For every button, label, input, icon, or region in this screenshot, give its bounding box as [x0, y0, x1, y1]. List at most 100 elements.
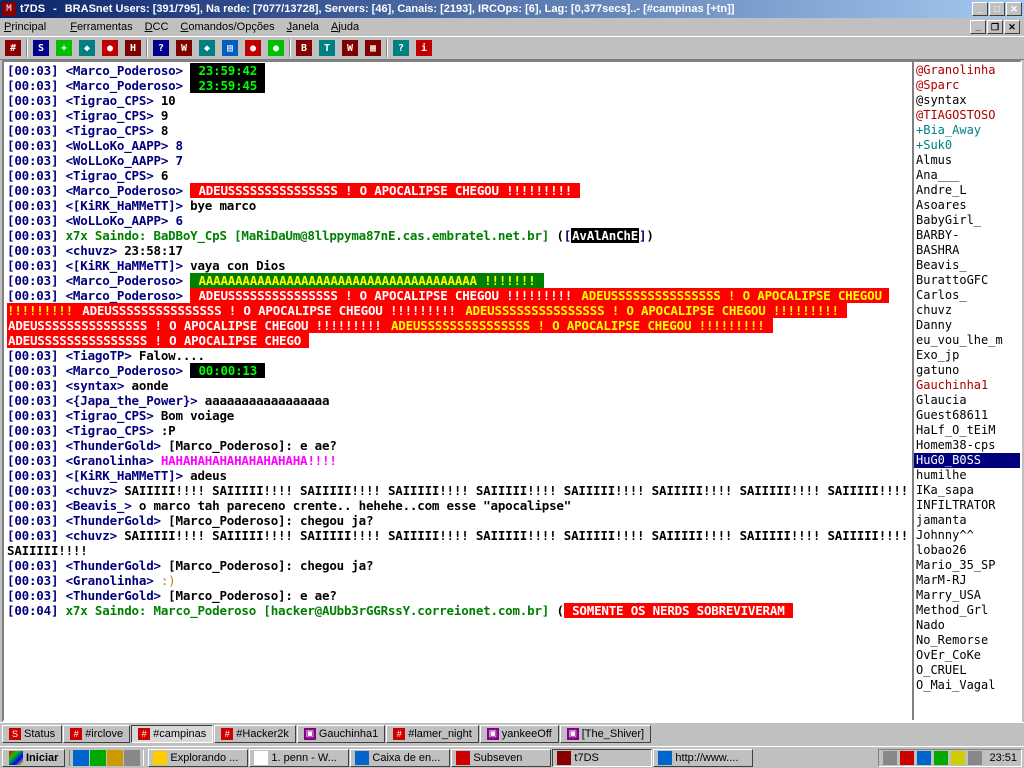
user-list-item[interactable]: @syntax	[914, 93, 1020, 108]
tray-icon[interactable]	[900, 751, 914, 765]
switch-lamernight[interactable]: ##lamer_night	[386, 725, 479, 743]
user-list-item[interactable]: HuG0_B0SS	[914, 453, 1020, 468]
user-list-item[interactable]: Ana___	[914, 168, 1020, 183]
switch-Gauchinha1[interactable]: ▣Gauchinha1	[297, 725, 385, 743]
start-button[interactable]: Iniciar	[2, 749, 65, 767]
clock[interactable]: 23:51	[989, 752, 1017, 764]
toolbar-teal-q[interactable]: ?	[390, 38, 412, 58]
menu-ferramentas[interactable]: Ferramentas	[70, 21, 132, 33]
switch-yankeeOff[interactable]: ▣yankeeOff	[480, 725, 559, 743]
toolbar-maroon-h[interactable]: H	[122, 38, 144, 58]
user-list-item[interactable]: Mario_35_SP	[914, 558, 1020, 573]
mdi-minimize[interactable]: _	[970, 20, 986, 34]
menu-ajuda[interactable]: Ajuda	[331, 21, 359, 33]
switch-TheShiver[interactable]: ▣[The_Shiver]	[560, 725, 651, 743]
user-list-item[interactable]: O_Mai_Vagal	[914, 678, 1020, 693]
user-list[interactable]: @Granolinha@Sparc@syntax@TIAGOSTOSO+Bia_…	[912, 62, 1020, 720]
user-list-item[interactable]: Carlos_	[914, 288, 1020, 303]
toolbar-red-i[interactable]: i	[413, 38, 435, 58]
menu-comandos[interactable]: Comandos/Opções	[180, 21, 274, 33]
toolbar-maroon-w[interactable]: W	[173, 38, 195, 58]
user-list-item[interactable]: Almus	[914, 153, 1020, 168]
minimize-button[interactable]: _	[972, 2, 988, 16]
user-list-item[interactable]: +Suk0	[914, 138, 1020, 153]
user-list-item[interactable]: chuvz	[914, 303, 1020, 318]
user-list-item[interactable]: Asoares	[914, 198, 1020, 213]
user-list-item[interactable]: No_Remorse	[914, 633, 1020, 648]
mdi-close[interactable]: ✕	[1004, 20, 1020, 34]
taskbar-task[interactable]: 1. penn - W...	[249, 749, 349, 767]
user-list-item[interactable]: +Bia_Away	[914, 123, 1020, 138]
user-list-item[interactable]: INFILTRATOR	[914, 498, 1020, 513]
user-list-item[interactable]: Danny	[914, 318, 1020, 333]
toolbar-hash[interactable]: #	[2, 38, 24, 58]
user-list-item[interactable]: HaLf_O_tEiM	[914, 423, 1020, 438]
mdi-restore[interactable]: ❐	[987, 20, 1003, 34]
taskbar-task[interactable]: Caixa de en...	[350, 749, 450, 767]
user-list-item[interactable]: Homem38-cps	[914, 438, 1020, 453]
user-list-item[interactable]: lobao26	[914, 543, 1020, 558]
toolbar-red-b[interactable]: B	[293, 38, 315, 58]
user-list-item[interactable]: gatuno	[914, 363, 1020, 378]
user-list-item[interactable]: Beavis_	[914, 258, 1020, 273]
user-list-item[interactable]: Johnny^^	[914, 528, 1020, 543]
user-list-item[interactable]: O_CRUEL	[914, 663, 1020, 678]
tray-volume-icon[interactable]	[951, 751, 965, 765]
user-list-item[interactable]: @Sparc	[914, 78, 1020, 93]
toolbar-blue-page[interactable]: ▤	[219, 38, 241, 58]
toolbar-red-w[interactable]: W	[339, 38, 361, 58]
user-list-item[interactable]: IKa_sapa	[914, 483, 1020, 498]
user-list-item[interactable]: BASHRA	[914, 243, 1020, 258]
user-list-item[interactable]: Exo_jp	[914, 348, 1020, 363]
switch-Hacker2k[interactable]: ##Hacker2k	[214, 725, 296, 743]
taskbar-task[interactable]: Subseven	[451, 749, 551, 767]
menu-dcc[interactable]: DCC	[145, 21, 169, 33]
user-list-item[interactable]: Method_Grl	[914, 603, 1020, 618]
toolbar-teal-a[interactable]: ◆	[76, 38, 98, 58]
user-list-item[interactable]: Marry_USA	[914, 588, 1020, 603]
toolbar-lime-dot[interactable]: ●	[265, 38, 287, 58]
maximize-button[interactable]: □	[989, 2, 1005, 16]
toolbar-teal-t[interactable]: T	[316, 38, 338, 58]
switch-Status[interactable]: SStatus	[2, 725, 62, 743]
user-list-item[interactable]: Gauchinha1	[914, 378, 1020, 393]
user-list-item[interactable]: eu_vou_lhe_m	[914, 333, 1020, 348]
user-list-item[interactable]: Glaucia	[914, 393, 1020, 408]
menu-principal[interactable]: Principal	[4, 21, 58, 33]
tray-icon[interactable]	[934, 751, 948, 765]
ql-desktop-icon[interactable]	[107, 750, 123, 766]
taskbar-task[interactable]: t7DS	[552, 749, 652, 767]
ql-ie-icon[interactable]	[73, 750, 89, 766]
toolbar-blue-s[interactable]: S	[30, 38, 52, 58]
tray-icon[interactable]	[917, 751, 931, 765]
tray-icon[interactable]	[883, 751, 897, 765]
switch-irclove[interactable]: ##irclove	[63, 725, 130, 743]
switch-campinas[interactable]: ##campinas	[131, 725, 213, 743]
user-list-item[interactable]: humilhe	[914, 468, 1020, 483]
user-list-item[interactable]: OvEr_CoKe	[914, 648, 1020, 663]
user-list-item[interactable]: BARBY-	[914, 228, 1020, 243]
user-list-item[interactable]: BurattoGFC	[914, 273, 1020, 288]
user-list-item[interactable]: @Granolinha	[914, 63, 1020, 78]
chat-area[interactable]: [00:03] <Marco_Poderoso> 23:59:42 [00:03…	[4, 62, 912, 720]
user-list-item[interactable]: Andre_L	[914, 183, 1020, 198]
menu-janela[interactable]: Janela	[287, 21, 319, 33]
tray-icon[interactable]	[968, 751, 982, 765]
ql-channels-icon[interactable]	[124, 750, 140, 766]
user-list-item[interactable]: jamanta	[914, 513, 1020, 528]
toolbar-blue-q[interactable]: ?	[150, 38, 172, 58]
user-list-item[interactable]: Nado	[914, 618, 1020, 633]
user-list-item[interactable]: BabyGirl_	[914, 213, 1020, 228]
ql-oe-icon[interactable]	[90, 750, 106, 766]
toolbar-teal-d[interactable]: ◆	[196, 38, 218, 58]
toolbar-red-x[interactable]: ●	[99, 38, 121, 58]
taskbar-task[interactable]: http://www....	[653, 749, 753, 767]
taskbar-task[interactable]: Explorando ...	[148, 749, 248, 767]
toolbar-lime-plus[interactable]: +	[53, 38, 75, 58]
close-button[interactable]: ✕	[1006, 2, 1022, 16]
toolbar-maroon-grid[interactable]: ▦	[362, 38, 384, 58]
user-list-item[interactable]: @TIAGOSTOSO	[914, 108, 1020, 123]
user-list-item[interactable]: Guest68611	[914, 408, 1020, 423]
toolbar-red-dot[interactable]: ●	[242, 38, 264, 58]
user-list-item[interactable]: MarM-RJ	[914, 573, 1020, 588]
